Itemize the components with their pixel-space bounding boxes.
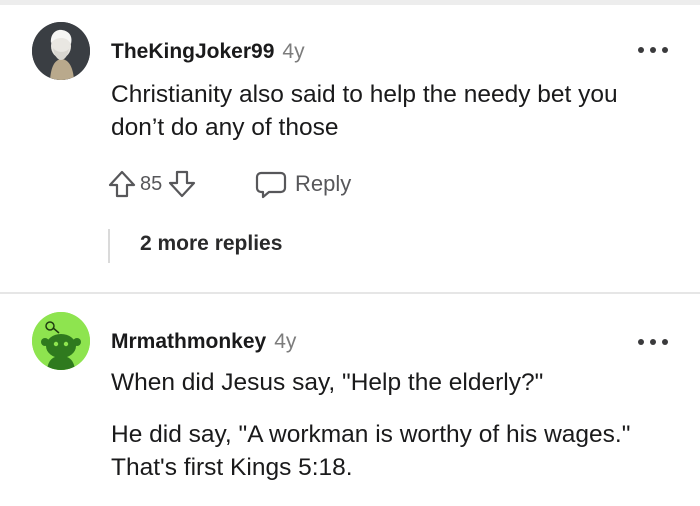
- downvote-arrow-icon[interactable]: [168, 169, 196, 199]
- comment: Mrmathmonkey 4y When did Jesus say, "Help…: [0, 294, 700, 506]
- reply-label: Reply: [295, 171, 352, 196]
- avatar[interactable]: [32, 312, 90, 370]
- username[interactable]: Mrmathmonkey: [111, 330, 266, 353]
- vote-score: 85: [140, 172, 163, 195]
- comment-bubble-icon: [255, 169, 287, 199]
- old-man-portrait-avatar-icon: [32, 22, 90, 80]
- comment-age: 4y: [274, 330, 297, 353]
- snoo-alien-avatar-icon: [32, 312, 90, 370]
- avatar[interactable]: [32, 22, 90, 80]
- more-replies-link[interactable]: 2 more replies: [140, 232, 282, 256]
- comment-author[interactable]: Mrmathmonkey 4y: [111, 330, 296, 354]
- username[interactable]: TheKingJoker99: [111, 40, 274, 63]
- upvote-arrow-icon[interactable]: [108, 169, 136, 199]
- thread-line: [108, 229, 110, 263]
- comment-body: When did Jesus say, "Help the elderly?": [111, 369, 544, 396]
- vote-controls: 85: [108, 166, 196, 202]
- more-options-button[interactable]: [638, 336, 668, 348]
- comment-body: Christianity also said to help the needy…: [111, 81, 618, 141]
- comment-body: He did say, "A workman is worthy of his …: [111, 421, 631, 481]
- comment-author[interactable]: TheKingJoker99 4y: [111, 40, 305, 64]
- comment-age: 4y: [282, 40, 305, 63]
- reply-button[interactable]: Reply: [255, 166, 351, 202]
- more-options-button[interactable]: [638, 44, 668, 56]
- comment: TheKingJoker99 4y Christianity also said …: [0, 0, 700, 292]
